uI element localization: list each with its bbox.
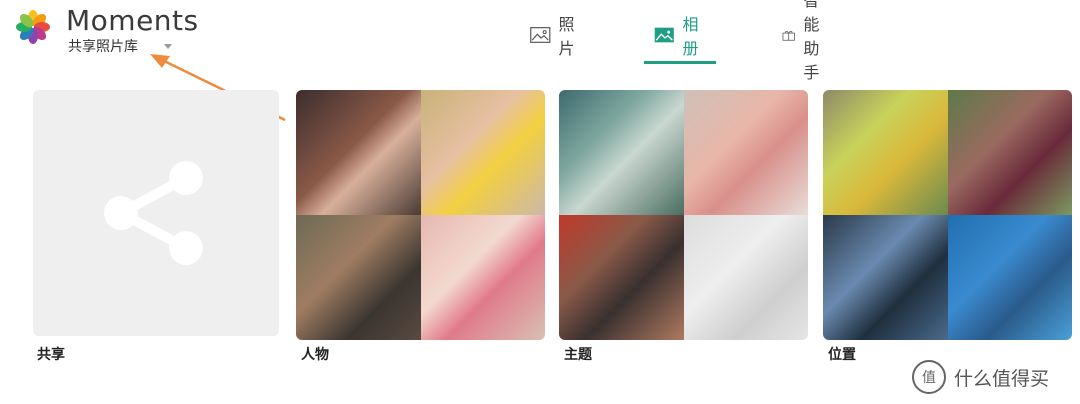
album-label-people: 人物 [301, 347, 329, 363]
album-thumbnail [420, 215, 545, 340]
watermark: 值 什么值得买 [912, 360, 1049, 394]
gift-icon [782, 30, 795, 41]
album-thumbnail [420, 90, 545, 215]
album-thumbnail [947, 215, 1072, 340]
album-label-themes: 主题 [564, 347, 592, 363]
tab-photos-label: 照片 [558, 15, 575, 58]
album-thumbnail [559, 215, 684, 340]
album-thumbnail [823, 90, 948, 215]
tab-photos[interactable]: 照片 [524, 15, 588, 58]
caret-down-icon [164, 43, 172, 49]
library-selector[interactable]: 共享照片库 [68, 36, 172, 56]
album-places[interactable] [823, 90, 1072, 340]
tab-albums[interactable]: 相册 [643, 15, 717, 64]
album-themes[interactable] [559, 90, 808, 340]
album-thumbnail [296, 215, 421, 340]
album-thumbnail [296, 90, 421, 215]
image-icon [530, 27, 551, 43]
tab-assistant[interactable]: 智能助手 [776, 0, 840, 82]
tab-albums-label: 相册 [682, 15, 699, 58]
app-header: Moments 共享照片库 照片 相册 智能助手 [0, 0, 1080, 82]
album-thumbnail [683, 215, 808, 340]
album-label-shared: 共享 [37, 347, 65, 363]
app-title: Moments [66, 4, 199, 37]
watermark-logo-icon: 值 [912, 360, 946, 394]
album-thumbnail [559, 90, 684, 215]
album-icon [654, 27, 674, 43]
share-icon [104, 161, 203, 265]
album-people[interactable] [296, 90, 545, 340]
album-thumbnail [947, 90, 1072, 215]
tab-assistant-label: 智能助手 [803, 0, 820, 82]
album-shared[interactable] [33, 90, 279, 336]
library-name: 共享照片库 [68, 39, 138, 55]
album-thumbnail [683, 90, 808, 215]
moments-logo-icon [16, 10, 50, 44]
album-thumbnail [823, 215, 948, 340]
album-label-places: 位置 [828, 347, 856, 363]
watermark-text: 什么值得买 [954, 367, 1050, 390]
